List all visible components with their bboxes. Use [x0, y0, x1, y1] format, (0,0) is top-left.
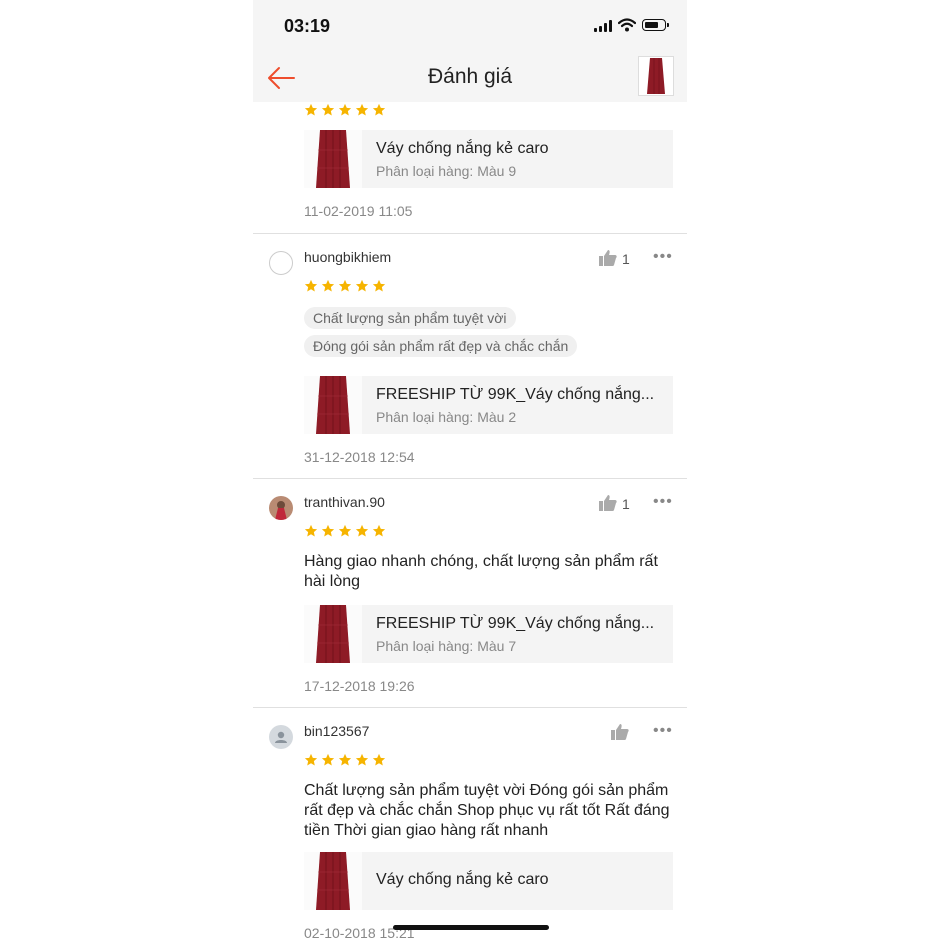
star-icon [321, 103, 335, 116]
star-icon [321, 279, 335, 292]
star-icon [355, 524, 369, 537]
product-card[interactable]: FREESHIP TỪ 99K_Váy chống nắng... Phân l… [304, 605, 673, 663]
avatar[interactable] [269, 251, 293, 275]
username[interactable]: tranthivan.90 [304, 494, 385, 510]
product-card[interactable]: Váy chống nắng kẻ caro Phân loại hàng: M… [304, 130, 673, 188]
like-count: 1 [622, 251, 630, 267]
product-card[interactable]: FREESHIP TỪ 99K_Váy chống nắng... Phân l… [304, 376, 673, 434]
thumbs-up-icon[interactable] [599, 250, 617, 266]
product-thumbnail[interactable] [638, 56, 674, 96]
reviews-list: Váy chống nắng kẻ caro Phân loại hàng: M… [253, 102, 687, 941]
status-time: 03:19 [284, 16, 331, 36]
star-icon [321, 524, 335, 537]
star-icon [304, 103, 318, 116]
star-icon [355, 279, 369, 292]
star-icon [355, 753, 369, 766]
thumbs-up-icon[interactable] [599, 495, 617, 511]
product-variant: Phân loại hàng: Màu 2 [376, 409, 517, 425]
rating-stars [304, 279, 389, 293]
product-image [304, 605, 362, 663]
product-title: Váy chống nắng kẻ caro [376, 871, 549, 888]
like-count: 1 [622, 496, 630, 512]
star-icon [372, 103, 386, 116]
product-card[interactable]: Váy chống nắng kẻ caro [304, 852, 673, 910]
rating-stars [304, 753, 389, 767]
star-icon [304, 279, 318, 292]
product-title: FREESHIP TỪ 99K_Váy chống nắng... [376, 615, 655, 632]
divider [253, 707, 687, 708]
star-icon [338, 753, 352, 766]
divider [253, 233, 687, 234]
username[interactable]: bin123567 [304, 723, 369, 739]
star-icon [338, 524, 352, 537]
rating-stars [304, 524, 389, 538]
review-tag: Đóng gói sản phẩm rất đẹp và chắc chắn [304, 335, 578, 357]
more-dots-icon[interactable]: ••• [653, 494, 673, 510]
avatar[interactable] [269, 725, 293, 749]
product-title: Váy chống nắng kẻ caro [376, 140, 549, 157]
product-image [304, 130, 362, 188]
product-title: FREESHIP TỪ 99K_Váy chống nắng... [376, 386, 655, 403]
star-icon [372, 524, 386, 537]
review-comment: Hàng giao nhanh chóng, chất lượng sản ph… [304, 553, 658, 590]
product-variant: Phân loại hàng: Màu 9 [376, 163, 517, 179]
review-date: 17-12-2018 19:26 [304, 678, 415, 694]
star-icon [372, 753, 386, 766]
product-variant: Phân loại hàng: Màu 7 [376, 638, 517, 654]
star-icon [304, 753, 318, 766]
rating-stars [304, 103, 389, 117]
review-date: 11-02-2019 11:05 [304, 203, 413, 219]
product-image [304, 852, 362, 910]
avatar[interactable] [269, 496, 293, 520]
more-dots-icon[interactable]: ••• [653, 249, 673, 265]
review-date: 31-12-2018 12:54 [304, 449, 415, 465]
phone-screen: 03:19 Đánh giá Váy chống nắng kẻ caro Ph… [253, 0, 687, 941]
divider [253, 478, 687, 479]
more-dots-icon[interactable]: ••• [653, 723, 673, 739]
wifi-icon [618, 18, 636, 32]
review-comment: Chất lượng sản phẩm tuyệt vời Đóng gói s… [304, 782, 670, 839]
thumbs-up-icon[interactable] [611, 724, 629, 740]
star-icon [321, 753, 335, 766]
star-icon [338, 279, 352, 292]
home-indicator [393, 925, 549, 930]
signal-icon [594, 20, 614, 32]
nav-bar: Đánh giá [253, 54, 687, 102]
status-bar: 03:19 [253, 0, 687, 54]
username[interactable]: huongbikhiem [304, 249, 391, 265]
star-icon [338, 103, 352, 116]
page-title: Đánh giá [427, 65, 513, 88]
star-icon [372, 279, 386, 292]
star-icon [355, 103, 369, 116]
product-image [304, 376, 362, 434]
review-tag: Chất lượng sản phẩm tuyệt vời [304, 307, 516, 329]
star-icon [304, 524, 318, 537]
battery-icon [642, 19, 669, 31]
